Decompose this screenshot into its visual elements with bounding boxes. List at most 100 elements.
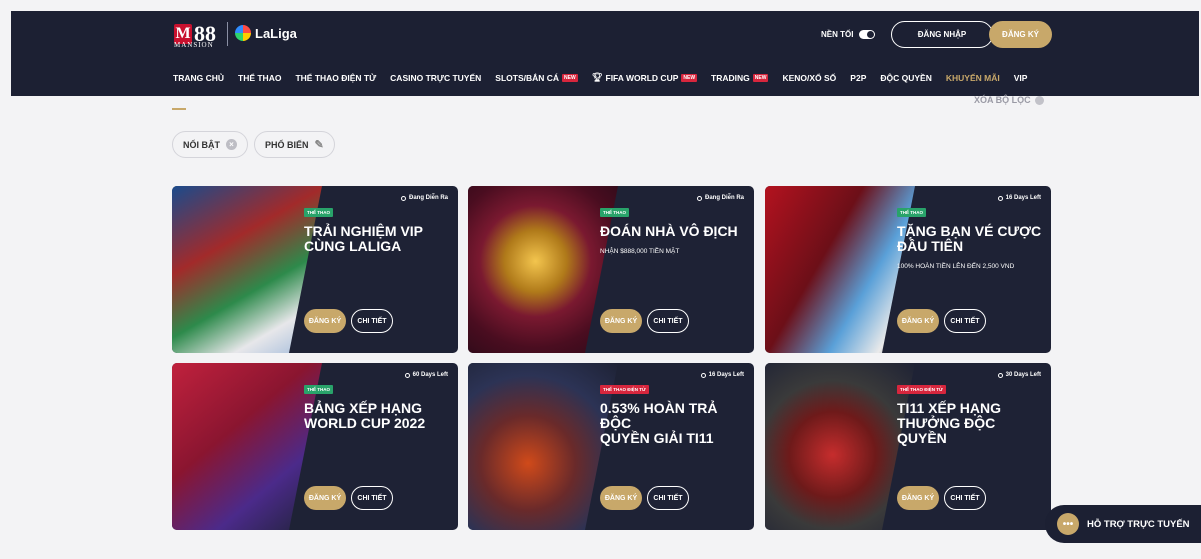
promo-image bbox=[172, 363, 322, 530]
new-badge: NEW bbox=[752, 73, 769, 82]
promo-title: ĐOÁN NHÀ VÔ ĐỊCH bbox=[600, 224, 750, 239]
nav-sports[interactable]: THỂ THAO bbox=[238, 73, 281, 83]
card-details-button[interactable]: CHI TIẾT bbox=[351, 486, 393, 510]
nav-keno[interactable]: KENO/XỔ SỐ bbox=[782, 73, 836, 83]
card-register-button[interactable]: ĐĂNG KÝ bbox=[897, 486, 939, 510]
card-register-button[interactable]: ĐĂNG KÝ bbox=[600, 486, 642, 510]
card-details-button[interactable]: CHI TIẾT bbox=[944, 486, 986, 510]
promo-image bbox=[765, 186, 915, 353]
promo-card-vip-laliga[interactable]: Đang Diễn Ra THỂ THAO TRẢI NGHIỆM VIP CÙN… bbox=[172, 186, 458, 353]
promo-image bbox=[468, 363, 618, 530]
nav-fifa-world-cup[interactable]: 🏆︎ FIFA WORLD CUP NEW bbox=[591, 72, 698, 83]
card-details-button[interactable]: CHI TIẾT bbox=[351, 309, 393, 333]
clear-filter-button[interactable]: XÓA BỘ LỌC bbox=[974, 95, 1044, 105]
promo-title: BẢNG XẾP HẠNG WORLD CUP 2022 bbox=[304, 401, 454, 431]
title-line-2: ĐẦU TIÊN bbox=[897, 238, 964, 254]
card-register-button[interactable]: ĐĂNG KÝ bbox=[600, 309, 642, 333]
promo-title: 0.53% HOÀN TRẢ ĐỘC QUYỀN GIẢI TI11 bbox=[600, 401, 750, 446]
filter-chip-featured[interactable]: NỔI BẬT × bbox=[172, 131, 248, 158]
category-tag: THỂ THAO bbox=[304, 208, 333, 217]
filter-chip-popular[interactable]: PHỔ BIẾN ✎ bbox=[254, 131, 335, 158]
support-label: HỖ TRỢ TRỰC TUYẾN bbox=[1087, 518, 1190, 530]
nav-label: THỂ THAO bbox=[238, 72, 282, 83]
nav-slots[interactable]: SLOTS/BẮN CÁ NEW bbox=[495, 72, 578, 83]
card-details-button[interactable]: CHI TIẾT bbox=[647, 486, 689, 510]
register-button[interactable]: ĐĂNG KÝ bbox=[989, 21, 1052, 48]
remove-icon[interactable]: × bbox=[226, 139, 237, 150]
title-line-2: THƯỞNG ĐỘC QUYỀN bbox=[897, 415, 996, 446]
promo-image bbox=[468, 186, 618, 353]
nav-casino[interactable]: CASINO TRỰC TUYẾN bbox=[390, 73, 481, 83]
category-tag: THỂ THAO ĐIỆN TỬ bbox=[897, 385, 946, 394]
nav-p2p[interactable]: P2P bbox=[850, 73, 866, 83]
edit-icon: ✎ bbox=[314, 139, 324, 151]
title-line-1: TRẢI NGHIỆM VIP bbox=[304, 223, 424, 239]
laliga-logo: LaLiga bbox=[235, 25, 297, 41]
nav-label: KHUYẾN MÃI bbox=[945, 72, 1000, 83]
title-line-1: TẶNG BẠN VÉ CƯỢC bbox=[897, 223, 1042, 239]
category-tag: THỂ THAO bbox=[897, 208, 926, 217]
title-line-2: CÙNG LALIGA bbox=[304, 238, 402, 254]
promo-title: TI11 XẾP HẠNG THƯỞNG ĐỘC QUYỀN bbox=[897, 401, 1047, 446]
nav-exclusive[interactable]: ĐỘC QUYỀN bbox=[880, 73, 931, 83]
category-tag: THỂ THAO ĐIỆN TỬ bbox=[600, 385, 649, 394]
nav-vip[interactable]: VIP bbox=[1014, 73, 1028, 83]
nav-esports[interactable]: THỂ THAO ĐIỆN TỬ bbox=[295, 73, 376, 83]
promo-image bbox=[765, 363, 915, 530]
active-tab-underline bbox=[172, 108, 186, 110]
clear-icon bbox=[1034, 95, 1044, 105]
nav-label: FIFA WORLD CUP bbox=[605, 72, 679, 83]
login-button[interactable]: ĐĂNG NHẬP bbox=[891, 21, 993, 48]
laliga-ball-icon bbox=[235, 25, 251, 41]
card-details-button[interactable]: CHI TIẾT bbox=[647, 309, 689, 333]
top-navigation-bar: M 88 MANSION LaLiga NỀN TỐI ĐĂNG NHẬP ĐĂ… bbox=[11, 11, 1199, 96]
main-nav: TRANG CHỦ THỂ THAO THỂ THAO ĐIỆN TỬ CASI… bbox=[173, 72, 1041, 83]
dark-mode-toggle[interactable]: NỀN TỐI bbox=[811, 22, 891, 46]
nav-label: THỂ THAO ĐIỆN TỬ bbox=[295, 72, 377, 83]
title-line-1: 0.53% HOÀN TRẢ ĐỘC bbox=[600, 400, 718, 431]
live-support-button[interactable]: ••• HỖ TRỢ TRỰC TUYẾN bbox=[1045, 505, 1201, 543]
chip-label: NỔI BẬT bbox=[183, 139, 220, 150]
nav-label: CASINO TRỰC TUYẾN bbox=[390, 72, 482, 83]
card-register-button[interactable]: ĐĂNG KÝ bbox=[304, 309, 346, 333]
card-register-button[interactable]: ĐĂNG KÝ bbox=[304, 486, 346, 510]
nav-trading[interactable]: TRADING NEW bbox=[711, 72, 769, 83]
title-line-1: TI11 XẾP HẠNG bbox=[897, 400, 1002, 416]
new-badge: NEW bbox=[562, 73, 578, 82]
promo-image bbox=[172, 186, 322, 353]
m88-logo[interactable]: M 88 MANSION bbox=[174, 19, 216, 49]
nav-label: SLOTS/BẮN CÁ bbox=[495, 72, 560, 83]
promo-title: TẶNG BẠN VÉ CƯỢC ĐẦU TIÊN bbox=[897, 224, 1047, 254]
nav-label: TRANG CHỦ bbox=[173, 72, 224, 83]
nav-label: P2P bbox=[850, 72, 867, 83]
nav-home[interactable]: TRANG CHỦ bbox=[173, 73, 224, 83]
category-tag: THỂ THAO bbox=[304, 385, 333, 394]
title-line-2: WORLD CUP 2022 bbox=[304, 415, 426, 431]
nav-promotions[interactable]: KHUYẾN MÃI bbox=[946, 73, 1000, 83]
card-register-button[interactable]: ĐĂNG KÝ bbox=[897, 309, 939, 333]
promo-card-world-cup-leaderboard[interactable]: 60 Days Left THỂ THAO BẢNG XẾP HẠNG WORLD… bbox=[172, 363, 458, 530]
promo-subtitle: NHẬN $888,000 TIỀN MẶT bbox=[600, 248, 680, 255]
laliga-text: LaLiga bbox=[255, 25, 297, 41]
promo-subtitle: 100% HOÀN TIỀN LÊN ĐẾN 2,500 VND bbox=[897, 263, 1015, 270]
nav-label: TRADING bbox=[711, 72, 750, 83]
dark-mode-label: NỀN TỐI bbox=[821, 29, 854, 39]
nav-label: ĐỘC QUYỀN bbox=[880, 72, 932, 83]
nav-label: KENO/XỔ SỐ bbox=[782, 72, 837, 83]
trophy-icon: 🏆︎ bbox=[591, 72, 603, 82]
category-tag: THỂ THAO bbox=[600, 208, 629, 217]
promo-card-ti11-rebate[interactable]: 16 Days Left THỂ THAO ĐIỆN TỬ 0.53% HOÀN… bbox=[468, 363, 754, 530]
card-details-button[interactable]: CHI TIẾT bbox=[944, 309, 986, 333]
chat-icon: ••• bbox=[1057, 513, 1079, 535]
nav-label: VIP bbox=[1013, 72, 1028, 83]
clear-filter-label: XÓA BỘ LỌC bbox=[974, 95, 1031, 105]
logo-subtitle: MANSION bbox=[174, 41, 214, 49]
promo-card-first-bet[interactable]: 16 Days Left THỂ THAO TẶNG BẠN VÉ CƯỢC ĐẦ… bbox=[765, 186, 1051, 353]
chip-label: PHỔ BIẾN bbox=[265, 139, 309, 150]
toggle-switch-icon[interactable] bbox=[859, 29, 876, 39]
promo-card-ti11-leaderboard[interactable]: 30 Days Left THỂ THAO ĐIỆN TỬ TI11 XẾP H… bbox=[765, 363, 1051, 530]
promo-card-champion-guess[interactable]: Đang Diễn Ra THỂ THAO ĐOÁN NHÀ VÔ ĐỊCH N… bbox=[468, 186, 754, 353]
title-line-1: BẢNG XẾP HẠNG bbox=[304, 400, 422, 416]
title-line-1: ĐOÁN NHÀ VÔ ĐỊCH bbox=[600, 223, 738, 239]
promo-title: TRẢI NGHIỆM VIP CÙNG LALIGA bbox=[304, 224, 454, 254]
